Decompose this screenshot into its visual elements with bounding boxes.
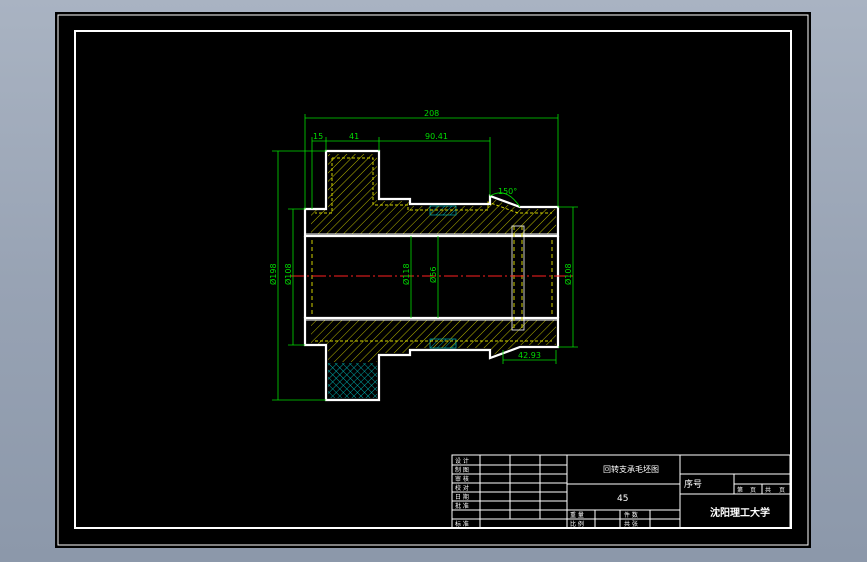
dim-42: 42.93 <box>518 351 541 360</box>
dim-dia-118: Ø118 <box>401 263 411 285</box>
sign-weight: 重 量 <box>570 511 584 519</box>
groove-bottom <box>429 338 457 349</box>
organization: 沈阳理工大学 <box>710 506 770 519</box>
dim-overall-length: 208 <box>424 109 439 118</box>
window-background: 208 15 41 90.41 150° 42.93 Ø198 Ø108 Ø11… <box>0 0 867 562</box>
cad-drawing: 208 15 41 90.41 150° 42.93 Ø198 Ø108 Ø11… <box>57 14 809 546</box>
dim-angle: 150° <box>498 187 517 196</box>
part-name: 回转支承毛坯图 <box>603 464 659 474</box>
row-label-5: 日 期 <box>455 493 469 501</box>
qty-count: 件 数 <box>624 511 638 519</box>
dim-dia-56: Ø56 <box>428 267 438 283</box>
dim-90: 90.41 <box>425 132 448 141</box>
sheet-ye-2: 页 <box>779 487 785 494</box>
dim-15: 15 <box>313 132 323 141</box>
label-seq: 序号 <box>684 478 702 490</box>
sheet-ye-1: 页 <box>750 487 756 494</box>
upper-section-hatch <box>311 154 556 234</box>
row-label-2: 制 图 <box>455 466 469 474</box>
dim-dia-108-right: Ø108 <box>563 263 573 285</box>
dim-dia-108-left: Ø108 <box>283 263 293 285</box>
dim-dia-198: Ø198 <box>268 263 278 285</box>
sheet-gong: 共 <box>765 486 771 494</box>
dim-41: 41 <box>349 132 359 141</box>
material: 45 <box>617 494 628 504</box>
row-label-1: 设 计 <box>455 457 469 465</box>
row-label-7: 标 准 <box>455 520 469 528</box>
sheet-di: 第 <box>737 486 743 494</box>
flange-hatch-b <box>328 363 377 398</box>
row-label-4: 校 对 <box>455 484 469 492</box>
row-label-3: 审 核 <box>455 475 469 483</box>
sign-scale: 比 例 <box>570 520 584 528</box>
qty-sheets: 共 张 <box>624 520 638 528</box>
row-label-6: 批 准 <box>455 502 469 510</box>
